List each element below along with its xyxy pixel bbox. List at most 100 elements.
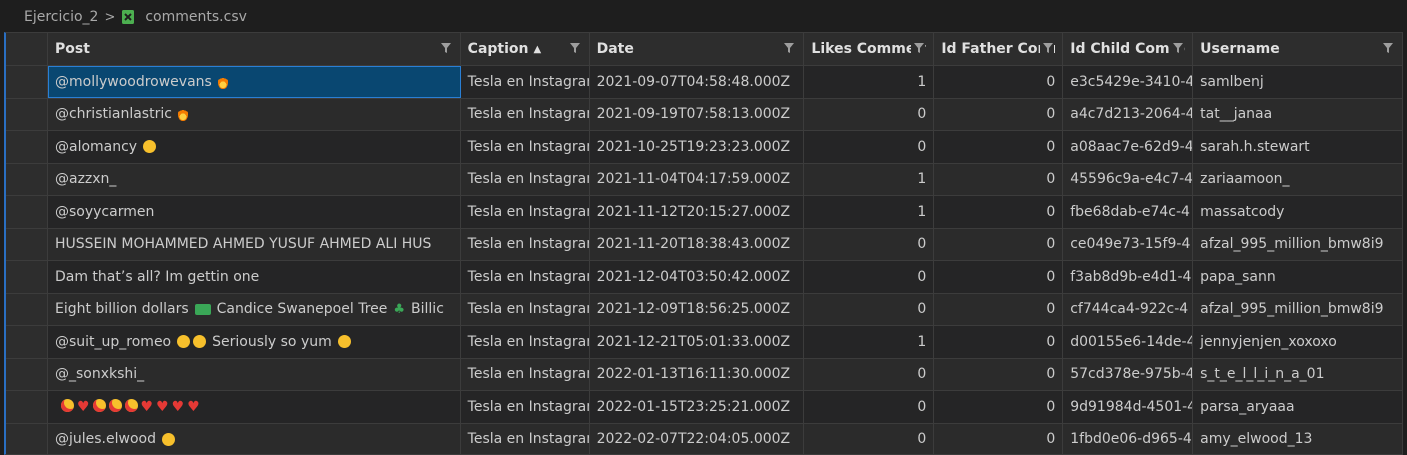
column-header-post[interactable]: Post — [48, 33, 461, 65]
cell-post[interactable]: HUSSEIN MOHAMMED AHMED YUSUF AHMED ALI H… — [48, 228, 461, 260]
cell-father-id[interactable]: 0 — [934, 391, 1064, 423]
cell-caption[interactable]: Tesla en Instagram — [461, 228, 590, 260]
filter-icon[interactable] — [1040, 42, 1055, 54]
cell-date[interactable]: 2021-12-04T03:50:42.000Z — [590, 261, 805, 293]
cell-post[interactable]: ♥ ♥ ♥ ♥ ♥ — [48, 391, 461, 423]
cell-likes[interactable]: 0 — [804, 228, 935, 260]
table-row[interactable]: HUSSEIN MOHAMMED AHMED YUSUF AHMED ALI H… — [6, 228, 1402, 261]
corner-cell[interactable] — [6, 33, 48, 65]
cell-caption[interactable]: Tesla en Instagram — [461, 196, 590, 228]
column-header-caption[interactable]: Caption ▲ — [461, 33, 590, 65]
cell-caption[interactable]: Tesla en Instagram — [461, 326, 590, 358]
cell-likes[interactable]: 0 — [804, 131, 935, 163]
cell-likes[interactable]: 1 — [804, 66, 935, 98]
cell-father-id[interactable]: 0 — [934, 66, 1064, 98]
table-row[interactable]: @suit_up_romeo Seriously so yum Tesla en … — [6, 326, 1402, 359]
cell-username[interactable]: afzal_995_million_bmw8i9 — [1193, 294, 1402, 326]
breadcrumb-file[interactable]: comments.csv — [145, 9, 247, 25]
cell-father-id[interactable]: 0 — [934, 326, 1064, 358]
cell-father-id[interactable]: 0 — [934, 98, 1064, 130]
column-header-likes[interactable]: Likes Comment — [804, 33, 935, 65]
cell-post[interactable]: @mollywoodrowevans — [47, 66, 461, 98]
cell-username[interactable]: amy_elwood_13 — [1193, 424, 1402, 455]
cell-date[interactable]: 2021-10-25T19:23:23.000Z — [590, 131, 805, 163]
cell-username[interactable]: zariaamoon_ — [1193, 164, 1402, 196]
cell-post[interactable]: @christianlastric — [48, 98, 461, 130]
filter-icon[interactable] — [781, 42, 796, 54]
cell-username[interactable]: s_t_e_l_l_i_n_a_01 — [1193, 359, 1402, 391]
cell-post[interactable]: @soyycarmen — [48, 196, 461, 228]
cell-date[interactable]: 2022-01-13T16:11:30.000Z — [590, 358, 805, 390]
cell-date[interactable]: 2021-11-04T04:17:59.000Z — [590, 163, 805, 195]
filter-icon[interactable] — [1170, 42, 1185, 54]
cell-likes[interactable]: 1 — [804, 163, 935, 195]
cell-post[interactable]: @alomancy — [48, 131, 461, 163]
cell-date[interactable]: 2022-01-15T23:25:21.000Z — [590, 391, 805, 423]
cell-father-id[interactable]: 0 — [934, 261, 1064, 293]
row-header[interactable] — [6, 196, 48, 228]
cell-child-id[interactable]: fbe68dab-e74c-4 — [1063, 196, 1194, 228]
cell-child-id[interactable]: e3c5429e-3410-4 — [1063, 66, 1194, 98]
table-row[interactable]: ♥ ♥ ♥ ♥ ♥ Tesla en Instagram 2022-01-15T23:2… — [6, 391, 1402, 424]
cell-likes[interactable]: 1 — [804, 196, 935, 228]
cell-date[interactable]: 2021-11-20T18:38:43.000Z — [590, 228, 805, 260]
filter-icon[interactable] — [566, 42, 581, 54]
cell-likes[interactable]: 1 — [804, 326, 935, 358]
cell-date[interactable]: 2021-12-09T18:56:25.000Z — [590, 293, 805, 325]
cell-child-id[interactable]: f3ab8d9b-e4d1-4 — [1063, 261, 1194, 293]
column-header-child[interactable]: Id Child Comme — [1063, 33, 1194, 65]
cell-post[interactable]: Dam that’s all? Im gettin one — [48, 261, 461, 293]
cell-date[interactable]: 2022-02-07T22:04:05.000Z — [590, 423, 805, 454]
row-header[interactable] — [6, 326, 48, 358]
cell-date[interactable]: 2021-12-21T05:01:33.000Z — [590, 326, 805, 358]
cell-date[interactable]: 2021-09-19T07:58:13.000Z — [590, 98, 805, 130]
cell-date[interactable]: 2021-11-12T20:15:27.000Z — [590, 196, 805, 228]
table-row[interactable]: @_sonxkshi_ Tesla en Instagram 2022-01-1… — [6, 358, 1402, 391]
cell-child-id[interactable]: a4c7d213-2064-4 — [1063, 98, 1194, 130]
table-row[interactable]: Dam that’s all? Im gettin one Tesla en I… — [6, 261, 1402, 294]
cell-caption[interactable]: Tesla en Instagram — [461, 391, 590, 423]
row-header[interactable] — [6, 66, 48, 98]
cell-username[interactable]: sarah.h.stewart — [1193, 131, 1402, 163]
cell-username[interactable]: parsa_aryaaa — [1193, 391, 1402, 423]
cell-caption[interactable]: Tesla en Instagram — [461, 423, 590, 454]
cell-username[interactable]: massatcody — [1193, 196, 1402, 228]
table-row[interactable]: @azzxn_ Tesla en Instagram 2021-11-04T04… — [6, 163, 1402, 196]
row-header[interactable] — [6, 261, 48, 293]
column-header-father[interactable]: Id Father Comm — [934, 33, 1064, 65]
cell-child-id[interactable]: a08aac7e-62d9-4 — [1063, 131, 1194, 163]
cell-username[interactable]: tat__janaa — [1193, 99, 1402, 131]
cell-father-id[interactable]: 0 — [934, 196, 1064, 228]
cell-father-id[interactable]: 0 — [934, 293, 1064, 325]
cell-father-id[interactable]: 0 — [934, 423, 1064, 454]
cell-caption[interactable]: Tesla en Instagram — [461, 358, 590, 390]
cell-child-id[interactable]: 45596c9a-e4c7-4 — [1063, 163, 1194, 195]
cell-caption[interactable]: Tesla en Instagram — [461, 163, 590, 195]
filter-icon[interactable] — [911, 42, 926, 54]
cell-child-id[interactable]: 9d91984d-4501-4 — [1063, 391, 1194, 423]
breadcrumb-folder[interactable]: Ejercicio_2 — [24, 9, 98, 25]
cell-father-id[interactable]: 0 — [934, 358, 1064, 390]
cell-caption[interactable]: Tesla en Instagram — [461, 98, 590, 130]
cell-date[interactable]: 2021-09-07T04:58:48.000Z — [590, 66, 805, 98]
cell-father-id[interactable]: 0 — [934, 228, 1064, 260]
cell-father-id[interactable]: 0 — [934, 131, 1064, 163]
cell-child-id[interactable]: 1fbd0e06-d965-4 — [1063, 423, 1194, 454]
cell-post[interactable]: @_sonxkshi_ — [48, 358, 461, 390]
column-header-date[interactable]: Date — [590, 33, 805, 65]
cell-likes[interactable]: 0 — [804, 358, 935, 390]
cell-username[interactable]: samlbenj — [1193, 66, 1402, 98]
column-header-username[interactable]: Username — [1193, 33, 1402, 65]
row-header[interactable] — [6, 423, 48, 454]
cell-child-id[interactable]: ce049e73-15f9-4 — [1063, 228, 1194, 260]
row-header[interactable] — [6, 391, 48, 423]
filter-icon[interactable] — [1379, 42, 1394, 54]
row-header[interactable] — [6, 358, 48, 390]
cell-likes[interactable]: 0 — [804, 293, 935, 325]
cell-likes[interactable]: 0 — [804, 391, 935, 423]
cell-child-id[interactable]: cf744ca4-922c-4 — [1063, 293, 1194, 325]
row-header[interactable] — [6, 98, 48, 130]
cell-post[interactable]: @suit_up_romeo Seriously so yum — [48, 326, 461, 358]
cell-likes[interactable]: 0 — [804, 261, 935, 293]
cell-caption[interactable]: Tesla en Instagram — [461, 131, 590, 163]
